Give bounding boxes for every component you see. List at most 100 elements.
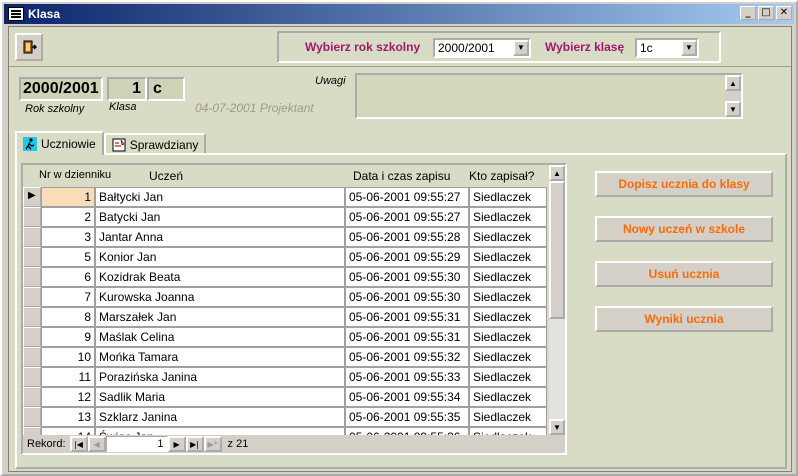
cell-date[interactable]: 05-06-2001 09:55:28 — [345, 227, 469, 247]
cell-date[interactable]: 05-06-2001 09:55:29 — [345, 247, 469, 267]
new-student-button[interactable]: Nowy uczeń w szkole — [595, 216, 773, 242]
row-selector[interactable] — [23, 287, 41, 307]
scroll-up-icon[interactable]: ▲ — [549, 165, 565, 181]
cell-nr[interactable]: 10 — [41, 347, 95, 367]
cell-date[interactable]: 05-06-2001 09:55:30 — [345, 267, 469, 287]
table-row[interactable]: 2 Batycki Jan 05-06-2001 09:55:27 Siedlacze… — [23, 207, 553, 227]
row-selector[interactable] — [23, 387, 41, 407]
table-row[interactable]: 10 Mońka Tamara 05-06-2001 09:55:32 Siedlac… — [23, 347, 553, 367]
cell-who[interactable]: Siedlaczek — [469, 307, 547, 327]
row-selector[interactable] — [23, 407, 41, 427]
cell-who[interactable]: Siedlaczek — [469, 207, 547, 227]
table-row[interactable]: 13 Szklarz Janina 05-06-2001 09:55:35 Siedl… — [23, 407, 553, 427]
cell-date[interactable]: 05-06-2001 09:55:31 — [345, 327, 469, 347]
row-selector[interactable] — [23, 267, 41, 287]
cell-nr[interactable]: 5 — [41, 247, 95, 267]
cell-nr[interactable]: 11 — [41, 367, 95, 387]
cell-who[interactable]: Siedlaczek — [469, 367, 547, 387]
year-select[interactable]: 2000/2001 ▼ — [433, 38, 531, 58]
previous-record-icon[interactable]: ◀ — [87, 436, 106, 452]
column-header-nr[interactable]: Nr w dzienniku — [39, 169, 111, 181]
scroll-thumb[interactable] — [549, 181, 565, 319]
table-row[interactable]: 11 Porazińska Janina 05-06-2001 09:55:33 Si… — [23, 367, 553, 387]
student-results-button[interactable]: Wyniki ucznia — [595, 306, 773, 332]
chevron-down-icon[interactable]: ▼ — [681, 40, 697, 56]
grid-scrollbar[interactable]: ▲ ▼ — [549, 165, 565, 435]
cell-who[interactable]: Siedlaczek — [469, 267, 547, 287]
cell-student[interactable]: Mońka Tamara — [95, 347, 345, 367]
table-row[interactable]: ▶ 1 Bałtycki Jan 05-06-2001 09:55:27 Siedlac… — [23, 187, 553, 207]
row-selector[interactable] — [23, 227, 41, 247]
scroll-up-icon[interactable]: ▲ — [725, 75, 741, 91]
cell-date[interactable]: 05-06-2001 09:55:30 — [345, 287, 469, 307]
remove-student-button[interactable]: Usuń ucznia — [595, 261, 773, 287]
cell-student[interactable]: Kozidrak Beata — [95, 267, 345, 287]
class-select[interactable]: 1c ▼ — [635, 38, 699, 58]
notes-field[interactable]: ▲ ▼ — [355, 73, 743, 119]
minimize-icon[interactable]: _ — [740, 6, 756, 20]
cell-student[interactable]: Bałtycki Jan — [95, 187, 345, 207]
column-header-date[interactable]: Data i czas zapisu — [353, 169, 450, 183]
close-icon[interactable]: ✕ — [776, 6, 792, 20]
column-header-who[interactable]: Kto zapisał? — [469, 169, 534, 183]
row-selector[interactable] — [23, 207, 41, 227]
table-row[interactable]: 7 Kurowska Joanna 05-06-2001 09:55:30 Siedl… — [23, 287, 553, 307]
cell-who[interactable]: Siedlaczek — [469, 347, 547, 367]
cell-nr[interactable]: 9 — [41, 327, 95, 347]
new-record-icon[interactable]: ▶* — [203, 436, 222, 452]
cell-student[interactable]: Porazińska Janina — [95, 367, 345, 387]
cell-nr[interactable]: 1 — [41, 187, 95, 207]
cell-nr[interactable]: 8 — [41, 307, 95, 327]
table-row[interactable]: 6 Kozidrak Beata 05-06-2001 09:55:30 Siedla… — [23, 267, 553, 287]
cell-who[interactable]: Siedlaczek — [469, 407, 547, 427]
table-row[interactable]: 8 Marszałek Jan 05-06-2001 09:55:31 Siedlac… — [23, 307, 553, 327]
tab-uczniowie[interactable]: Uczniowie — [15, 131, 104, 155]
cell-student[interactable]: Sadlik Maria — [95, 387, 345, 407]
row-selector[interactable]: ▶ — [23, 187, 41, 207]
tab-sprawdziany[interactable]: Sprawdziany — [103, 133, 207, 155]
row-selector[interactable] — [23, 307, 41, 327]
cell-nr[interactable]: 3 — [41, 227, 95, 247]
cell-nr[interactable]: 2 — [41, 207, 95, 227]
cell-nr[interactable]: 6 — [41, 267, 95, 287]
cell-student[interactable]: Jantar Anna — [95, 227, 345, 247]
table-row[interactable]: 12 Sadlik Maria 05-06-2001 09:55:34 Siedlac… — [23, 387, 553, 407]
next-record-icon[interactable]: ▶ — [167, 436, 186, 452]
cell-student[interactable]: Maślak Celina — [95, 327, 345, 347]
cell-nr[interactable]: 13 — [41, 407, 95, 427]
cell-student[interactable]: Marszałek Jan — [95, 307, 345, 327]
cell-nr[interactable]: 7 — [41, 287, 95, 307]
exit-button[interactable] — [15, 33, 43, 61]
cell-date[interactable]: 05-06-2001 09:55:27 — [345, 207, 469, 227]
cell-student[interactable]: Batycki Jan — [95, 207, 345, 227]
cell-who[interactable]: Siedlaczek — [469, 287, 547, 307]
cell-date[interactable]: 05-06-2001 09:55:31 — [345, 307, 469, 327]
table-row[interactable]: 5 Konior Jan 05-06-2001 09:55:29 Siedlaczek — [23, 247, 553, 267]
table-row[interactable]: 3 Jantar Anna 05-06-2001 09:55:28 Siedlacze… — [23, 227, 553, 247]
cell-student[interactable]: Szklarz Janina — [95, 407, 345, 427]
table-row[interactable]: 9 Maślak Celina 05-06-2001 09:55:31 Siedlac… — [23, 327, 553, 347]
first-record-icon[interactable]: |◀ — [69, 436, 88, 452]
cell-who[interactable]: Siedlaczek — [469, 247, 547, 267]
cell-student[interactable]: Konior Jan — [95, 247, 345, 267]
cell-date[interactable]: 05-06-2001 09:55:32 — [345, 347, 469, 367]
row-selector[interactable] — [23, 327, 41, 347]
maximize-icon[interactable]: □ — [758, 6, 774, 20]
cell-student[interactable]: Kurowska Joanna — [95, 287, 345, 307]
cell-date[interactable]: 05-06-2001 09:55:35 — [345, 407, 469, 427]
row-selector[interactable] — [23, 347, 41, 367]
cell-who[interactable]: Siedlaczek — [469, 187, 547, 207]
cell-date[interactable]: 05-06-2001 09:55:27 — [345, 187, 469, 207]
chevron-down-icon[interactable]: ▼ — [513, 40, 529, 56]
cell-date[interactable]: 05-06-2001 09:55:33 — [345, 367, 469, 387]
cell-date[interactable]: 05-06-2001 09:55:34 — [345, 387, 469, 407]
cell-nr[interactable]: 12 — [41, 387, 95, 407]
column-header-student[interactable]: Uczeń — [149, 169, 183, 183]
add-student-to-class-button[interactable]: Dopisz ucznia do klasy — [595, 171, 773, 197]
scroll-down-icon[interactable]: ▼ — [725, 101, 741, 117]
cell-who[interactable]: Siedlaczek — [469, 227, 547, 247]
title-bar[interactable]: Klasa _ □ ✕ — [4, 4, 794, 24]
row-selector[interactable] — [23, 247, 41, 267]
row-selector[interactable] — [23, 367, 41, 387]
last-record-icon[interactable]: ▶| — [185, 436, 204, 452]
